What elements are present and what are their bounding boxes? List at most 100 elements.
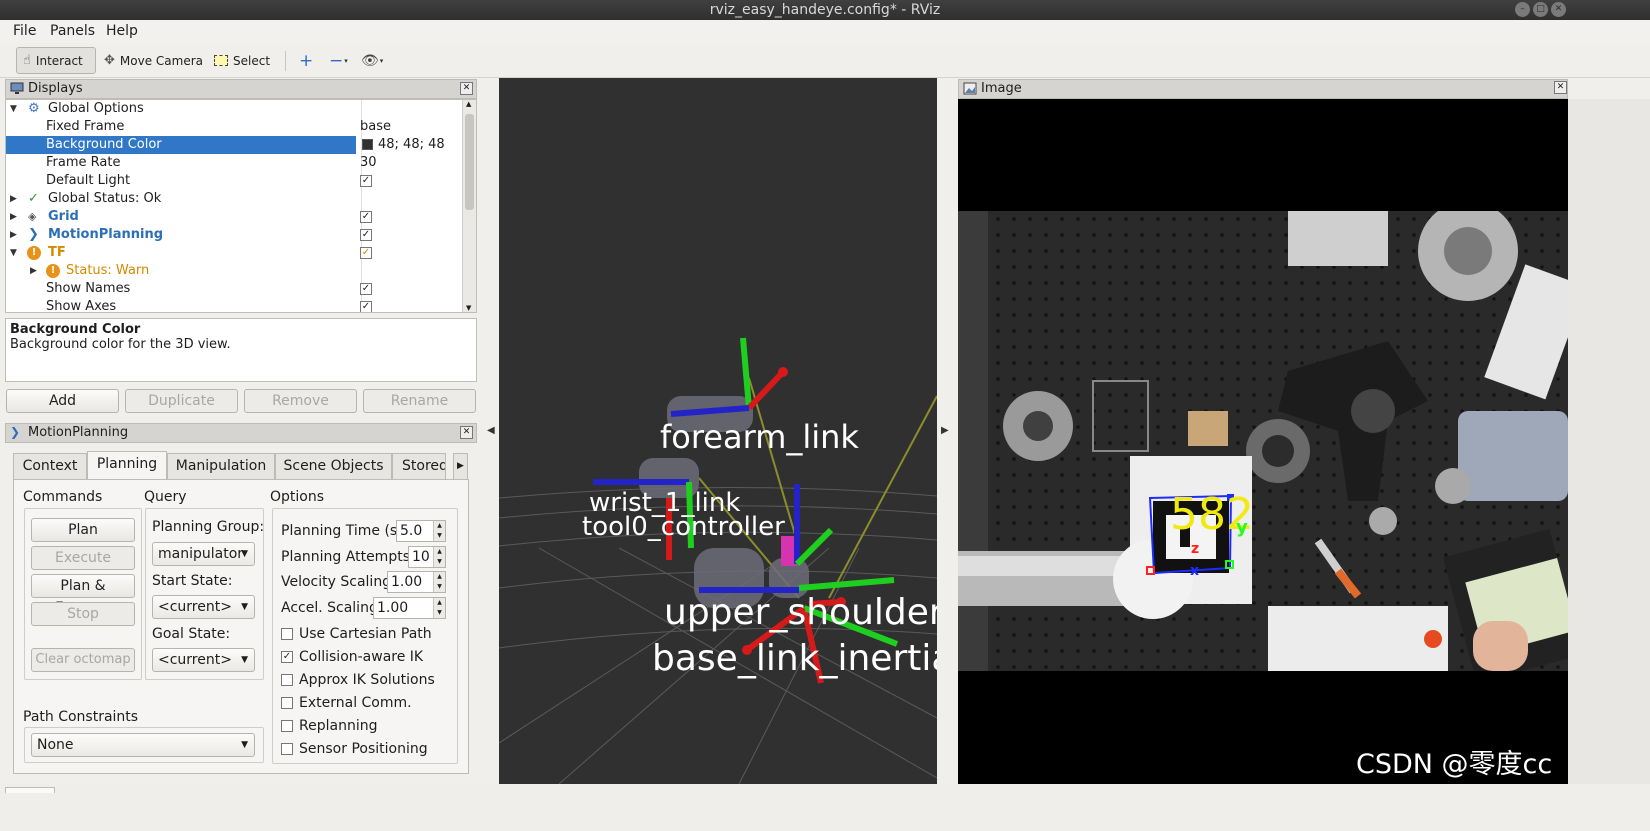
close-panel-icon[interactable]: ✕ [460,82,473,95]
add-tool-icon[interactable]: + [293,47,319,74]
collapse-arrow-icon[interactable]: ▼ [10,100,17,118]
menu-panels[interactable]: Panels [50,23,95,39]
tree-label: Grid [48,209,79,224]
bottom-tab-stub[interactable] [5,787,55,793]
tree-value[interactable]: base [360,118,391,136]
checkbox[interactable]: ✓ [360,208,372,226]
tree-label: TF [48,245,66,260]
move-camera-label: Move Camera [119,53,203,68]
tree-row-global-status[interactable]: ▶ ✓ Global Status: Ok [6,190,462,208]
checkbox[interactable]: ✓ [360,244,372,262]
tree-value[interactable]: 30 [360,154,377,172]
sensor-positioning-checkbox[interactable]: Sensor Positioning [281,741,428,757]
start-state-value: <current> [158,599,232,615]
planning-attempts-label: Planning Attempts: [281,549,415,565]
planning-group-select[interactable]: manipulator ▼ [152,542,255,566]
displays-tree[interactable]: ▼ ⚙ Global Options Fixed Frame base Back… [5,99,477,313]
checkbox[interactable]: ✓ [360,172,372,190]
spin-arrows-icon[interactable]: ▲ ▼ [433,547,445,567]
planning-time-spinbox[interactable]: 5.0 ▲ ▼ [396,520,446,542]
close-window-icon[interactable]: ✕ [1551,2,1566,17]
checkbox[interactable]: ✓ [360,298,372,312]
menu-help[interactable]: Help [106,23,138,39]
execute-button[interactable]: Execute [31,546,135,570]
tree-value-background-color[interactable]: 48; 48; 48 [360,136,460,154]
tree-row-global-options[interactable]: ▼ ⚙ Global Options [6,100,462,118]
menu-file[interactable]: File [13,23,36,39]
tree-scrollbar[interactable]: ▲ ▼ [462,100,476,312]
velocity-scaling-spinbox[interactable]: 1.00 ▲ ▼ [387,571,446,593]
use-cartesian-path-checkbox[interactable]: Use Cartesian Path [281,626,432,642]
spin-arrows-icon[interactable]: ▲ ▼ [433,598,445,618]
image-panel-header: Image [958,79,1568,99]
camera-image-view[interactable]: 582 z x y [958,99,1568,784]
interact-tool-button[interactable]: ☝ Interact [16,47,96,74]
collapse-arrow-icon[interactable]: ▼ [10,244,17,262]
window-edge [1568,99,1650,784]
plan-button[interactable]: Plan [31,518,135,542]
external-comm-checkbox[interactable]: External Comm. [281,695,412,711]
collapse-left-icon[interactable]: ◀ [487,425,495,436]
render-3d-view[interactable]: forearm_link wrist_1_link tool0_controll… [499,78,937,784]
spin-arrows-icon[interactable]: ▲ ▼ [433,572,445,592]
tree-row-show-names[interactable]: Show Names ✓ [6,280,462,298]
remove-display-button[interactable]: Remove [244,389,357,413]
move-camera-tool-button[interactable]: ✥ Move Camera [98,47,209,74]
tab-planning[interactable]: Planning [87,451,167,479]
close-panel-icon[interactable]: ✕ [1554,81,1567,94]
goal-state-select[interactable]: <current> ▼ [152,648,255,672]
planning-attempts-spinbox[interactable]: 10 ▲ ▼ [408,546,446,568]
collapse-right-icon[interactable]: ▶ [941,425,949,436]
tree-value: 48; 48; 48 [378,137,445,152]
rename-display-button[interactable]: Rename [363,389,476,413]
collision-aware-ik-checkbox[interactable]: ✓ Collision-aware IK [281,649,423,665]
interact-label: Interact [35,53,83,68]
plan-execute-button[interactable]: Plan & Execute [31,574,135,616]
add-display-button[interactable]: Add [6,389,119,413]
expand-arrow-icon[interactable]: ▶ [30,262,37,280]
minimize-icon[interactable]: – [1515,2,1530,17]
tab-context[interactable]: Context [13,453,87,479]
path-constraints-select[interactable]: None ▼ [31,733,255,757]
tree-row-status-warn[interactable]: ▶ ! Status: Warn [6,262,462,280]
duplicate-display-button[interactable]: Duplicate [125,389,238,413]
checkbox[interactable]: ✓ [360,280,372,298]
tab-scene-objects[interactable]: Scene Objects [275,453,392,479]
tree-row-background-color[interactable]: Background Color [6,136,356,154]
displays-panel-header: Displays ✕ [5,79,477,99]
menu-bar: File Panels Help [0,20,1650,43]
tab-manipulation[interactable]: Manipulation [167,453,275,479]
stop-button[interactable]: Stop [31,602,135,626]
planning-time-label: Planning Time (s): [281,523,408,539]
tree-row-frame-rate[interactable]: Frame Rate 30 [6,154,462,172]
select-tool-button[interactable]: Select [208,47,276,74]
tab-stored[interactable]: Stored [392,453,446,479]
watermark-text: CSDN @零度cc [1356,749,1553,780]
expand-arrow-icon[interactable]: ▶ [10,226,17,244]
spin-arrows-icon[interactable]: ▲ ▼ [433,521,445,541]
expand-arrow-icon[interactable]: ▶ [10,190,17,208]
checkbox[interactable]: ✓ [360,226,372,244]
tree-row-fixed-frame[interactable]: Fixed Frame base [6,118,462,136]
scroll-up-icon[interactable]: ▲ [466,100,471,108]
scroll-down-icon[interactable]: ▼ [466,304,471,312]
tree-row-grid[interactable]: ▶ ◈ Grid ✓ [6,208,462,226]
tree-row-motion-planning[interactable]: ▶ ❯ MotionPlanning ✓ [6,226,462,244]
tree-row-tf[interactable]: ▼ ! TF ✓ [6,244,462,262]
tree-row-default-light[interactable]: Default Light ✓ [6,172,462,190]
expand-arrow-icon[interactable]: ▶ [10,208,17,226]
close-panel-icon[interactable]: ✕ [460,426,473,439]
tree-row-show-axes[interactable]: Show Axes ✓ [6,298,462,312]
accel-scaling-spinbox[interactable]: 1.00 ▲ ▼ [373,597,446,619]
planning-group-label: Planning Group: [152,519,265,535]
scrollbar-thumb[interactable] [465,114,474,210]
maximize-icon[interactable]: □ [1533,2,1548,17]
remove-tool-icon[interactable]: − ▾ [323,47,354,74]
approx-ik-checkbox[interactable]: Approx IK Solutions [281,672,435,688]
tab-scroll-right-icon[interactable]: ▶ [453,453,468,479]
start-state-select[interactable]: <current> ▼ [152,595,255,619]
replanning-checkbox[interactable]: Replanning [281,718,377,734]
clear-octomap-button[interactable]: Clear octomap [31,648,135,672]
eye-icon[interactable]: 👁 ▾ [355,47,389,74]
planning-attempts-value: 10 [412,549,430,565]
